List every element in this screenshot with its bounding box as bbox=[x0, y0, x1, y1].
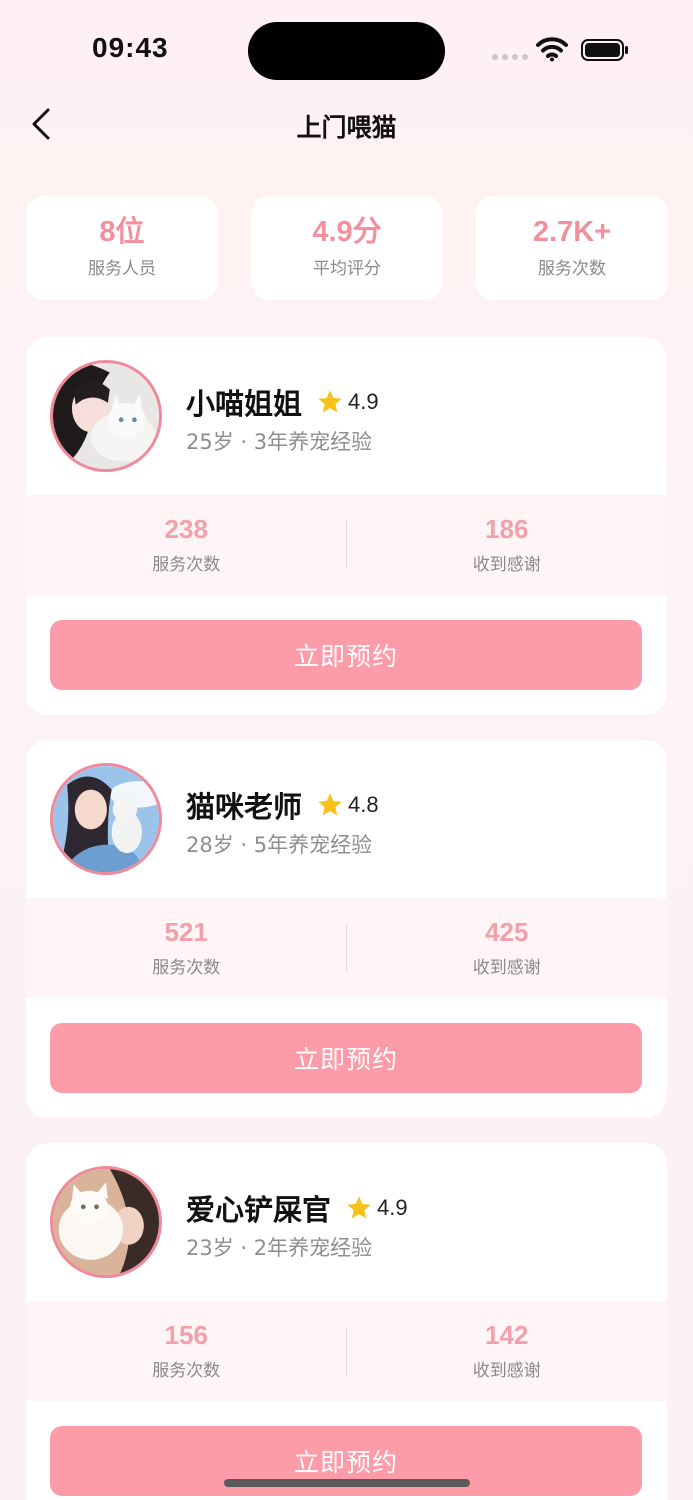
avatar bbox=[50, 1166, 162, 1278]
star-icon bbox=[318, 390, 342, 413]
stat-label: 收到感谢 bbox=[472, 957, 541, 978]
stat-value: 521 bbox=[164, 917, 208, 948]
stat-thanks: 142 收到感谢 bbox=[347, 1301, 668, 1401]
page-title: 上门喂猫 bbox=[296, 113, 397, 142]
stat-value: 186 bbox=[485, 514, 529, 545]
divider bbox=[346, 924, 347, 972]
divider bbox=[346, 1327, 347, 1375]
summary-value: 8位 bbox=[99, 215, 145, 248]
staff-name: 爱心铲屎官 bbox=[186, 1193, 332, 1227]
staff-card[interactable]: 猫咪老师 4.8 28岁 · 5年养宠经验 521 服务次数 425 收到感谢 … bbox=[26, 740, 667, 1118]
stat-label: 服务次数 bbox=[152, 1360, 221, 1381]
wifi-icon bbox=[536, 37, 568, 62]
summary-label: 服务人员 bbox=[88, 259, 156, 280]
staff-meta: 23岁 · 2年养宠经验 bbox=[186, 1236, 373, 1260]
stat-services: 156 服务次数 bbox=[26, 1301, 347, 1401]
divider bbox=[346, 521, 347, 569]
summary-value: 2.7K+ bbox=[532, 215, 612, 248]
summary-label: 平均评分 bbox=[313, 259, 381, 280]
staff-meta: 28岁 · 5年养宠经验 bbox=[186, 833, 373, 857]
status-bar: 09:43 bbox=[0, 0, 693, 100]
nav-bar: 上门喂猫 bbox=[0, 90, 693, 160]
avatar bbox=[50, 763, 162, 875]
stat-label: 服务次数 bbox=[152, 554, 221, 575]
stat-thanks: 425 收到感谢 bbox=[347, 898, 668, 998]
battery-icon bbox=[581, 39, 628, 61]
staff-rating: 4.9 bbox=[377, 1195, 408, 1220]
staff-name: 小喵姐姐 bbox=[186, 387, 303, 421]
summary-card-rating: 4.9分 平均评分 bbox=[251, 196, 443, 300]
stat-value: 425 bbox=[485, 917, 529, 948]
stat-value: 238 bbox=[164, 514, 208, 545]
summary-value: 4.9分 bbox=[312, 215, 382, 248]
summary-card-staff: 8位 服务人员 bbox=[26, 196, 218, 300]
staff-stats: 156 服务次数 142 收到感谢 bbox=[26, 1301, 667, 1401]
status-time: 09:43 bbox=[92, 32, 169, 63]
stat-services: 238 服务次数 bbox=[26, 495, 347, 595]
summary-label: 服务次数 bbox=[538, 259, 606, 280]
staff-rating: 4.9 bbox=[348, 389, 379, 414]
stat-value: 142 bbox=[485, 1320, 529, 1351]
stat-label: 收到感谢 bbox=[472, 554, 541, 575]
avatar bbox=[50, 360, 162, 472]
staff-meta: 25岁 · 3年养宠经验 bbox=[186, 430, 373, 454]
star-icon bbox=[318, 793, 342, 816]
star-icon bbox=[347, 1196, 371, 1219]
staff-stats: 521 服务次数 425 收到感谢 bbox=[26, 898, 667, 998]
staff-name: 猫咪老师 bbox=[186, 790, 303, 824]
dynamic-island bbox=[248, 22, 445, 80]
stat-services: 521 服务次数 bbox=[26, 898, 347, 998]
book-now-button[interactable]: 立即预约 bbox=[50, 620, 642, 690]
stat-label: 服务次数 bbox=[152, 957, 221, 978]
staff-rating: 4.8 bbox=[348, 792, 379, 817]
cellular-signal-icon bbox=[492, 54, 528, 60]
home-indicator[interactable] bbox=[224, 1479, 470, 1487]
staff-card[interactable]: 爱心铲屎官 4.9 23岁 · 2年养宠经验 156 服务次数 142 收到感谢… bbox=[26, 1143, 667, 1500]
staff-stats: 238 服务次数 186 收到感谢 bbox=[26, 495, 667, 595]
book-now-button[interactable]: 立即预约 bbox=[50, 1023, 642, 1093]
staff-card[interactable]: 小喵姐姐 4.9 25岁 · 3年养宠经验 238 服务次数 186 收到感谢 … bbox=[26, 337, 667, 715]
summary-card-services: 2.7K+ 服务次数 bbox=[476, 196, 668, 300]
summary-stats: 8位 服务人员 4.9分 平均评分 2.7K+ 服务次数 bbox=[26, 196, 668, 300]
stat-label: 收到感谢 bbox=[472, 1360, 541, 1381]
stat-thanks: 186 收到感谢 bbox=[347, 495, 668, 595]
stat-value: 156 bbox=[164, 1320, 208, 1351]
